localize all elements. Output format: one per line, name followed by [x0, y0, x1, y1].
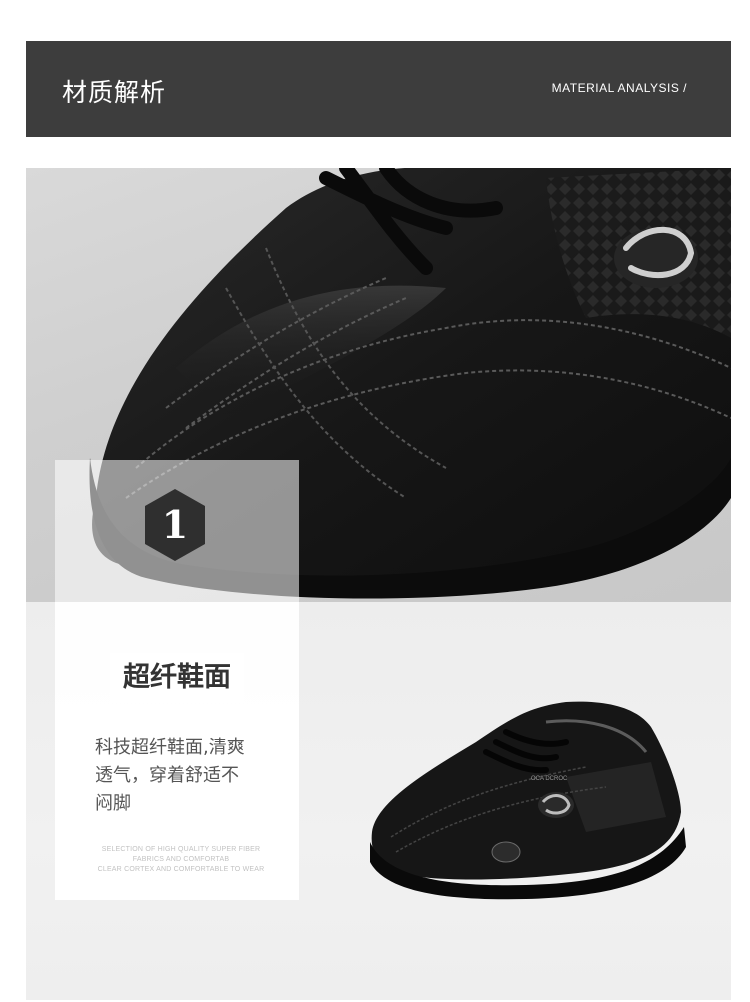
- description-line: 科技超纤鞋面,清爽: [95, 737, 245, 758]
- fine-print-line: FABRICS AND COMFORTAB: [132, 856, 230, 863]
- number-badge: 1: [142, 487, 208, 563]
- fine-print-line: SELECTION OF HIGH QUALITY SUPER FIBER: [101, 846, 261, 853]
- section-title: 材质解析: [62, 78, 167, 107]
- fine-print: SELECTION OF HIGH QUALITY SUPER FIBER FA…: [86, 845, 276, 875]
- section-subtitle: MATERIAL ANALYSIS /: [551, 81, 687, 95]
- shoe-brand-text: OCA DCROC: [531, 776, 568, 782]
- feature-title: 超纤鞋面: [110, 653, 244, 703]
- feature-description: 科技超纤鞋面,清爽 透气，穿着舒适不 闷脚: [95, 734, 270, 818]
- description-line: 透气，穿着舒适不: [95, 765, 239, 786]
- section-header: 材质解析 MATERIAL ANALYSIS /: [26, 41, 731, 137]
- feature-description-box: 科技超纤鞋面,清爽 透气，穿着舒适不 闷脚: [88, 724, 286, 824]
- badge-number: 1: [161, 502, 189, 547]
- description-line: 闷脚: [95, 793, 131, 814]
- fine-print-line: CLEAR CORTEX AND COMFORTABLE TO WEAR: [97, 866, 265, 873]
